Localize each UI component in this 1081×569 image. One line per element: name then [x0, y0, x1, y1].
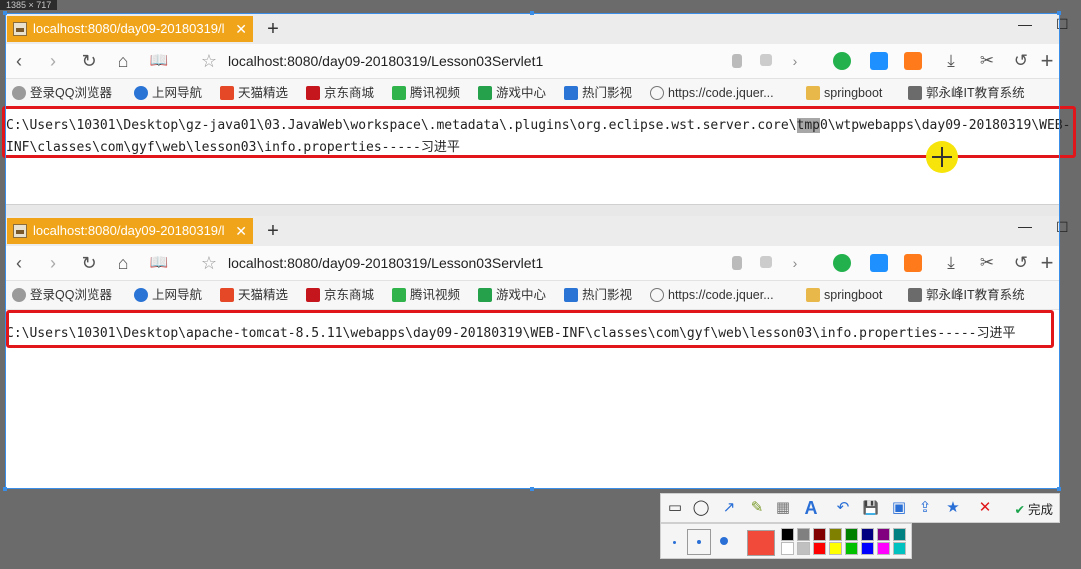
annotation-toolbar: ▭ ◯ ↗ ✎ ▦ A ↶ 💾 ▣ ⇪ ★ ✕ ✔ 完成	[660, 493, 1060, 523]
color-swatch[interactable]	[877, 542, 890, 555]
color-swatch[interactable]	[893, 542, 906, 555]
resize-handle[interactable]	[530, 11, 534, 15]
color-swatch[interactable]	[845, 542, 858, 555]
size-small-dot[interactable]	[673, 541, 676, 544]
color-swatch[interactable]	[797, 542, 810, 555]
undo-icon[interactable]: ↶	[833, 498, 853, 518]
pin-icon[interactable]: ★	[943, 498, 963, 518]
size-medium-selected[interactable]	[687, 529, 711, 555]
ellipse-tool-icon[interactable]: ◯	[691, 498, 711, 518]
color-swatch[interactable]	[781, 528, 794, 541]
color-swatch[interactable]	[893, 528, 906, 541]
color-swatch[interactable]	[813, 542, 826, 555]
done-button[interactable]: ✔ 完成	[1015, 499, 1054, 518]
annotation-style-bar	[660, 523, 912, 559]
cursor-highlight-icon	[926, 141, 958, 173]
check-icon: ✔	[1014, 503, 1025, 517]
color-swatch[interactable]	[829, 528, 842, 541]
resize-handle[interactable]	[3, 11, 7, 15]
color-swatch[interactable]	[877, 528, 890, 541]
save-icon[interactable]: 💾	[861, 498, 881, 518]
copy-icon[interactable]: ▣	[889, 498, 909, 518]
text-tool-icon[interactable]: A	[801, 498, 821, 518]
color-swatch[interactable]	[813, 528, 826, 541]
color-swatch[interactable]	[781, 542, 794, 555]
resize-handle[interactable]	[1057, 487, 1061, 491]
size-medium-dot	[697, 540, 701, 544]
color-swatch[interactable]	[845, 528, 858, 541]
resize-handle[interactable]	[530, 487, 534, 491]
mosaic-tool-icon[interactable]: ▦	[773, 498, 793, 518]
share-icon[interactable]: ⇪	[915, 498, 935, 518]
color-swatch[interactable]	[861, 542, 874, 555]
resize-handle[interactable]	[1057, 11, 1061, 15]
color-swatch[interactable]	[797, 528, 810, 541]
color-swatch[interactable]	[861, 528, 874, 541]
resize-handle[interactable]	[3, 487, 7, 491]
rectangle-tool-icon[interactable]: ▭	[665, 498, 685, 518]
cancel-icon[interactable]: ✕	[975, 498, 995, 518]
capture-selection-frame[interactable]	[5, 13, 1060, 489]
selected-color-swatch[interactable]	[747, 530, 775, 556]
pen-tool-icon[interactable]: ✎	[747, 498, 767, 518]
arrow-tool-icon[interactable]: ↗	[719, 498, 739, 518]
color-swatch[interactable]	[829, 542, 842, 555]
capture-size-label: 1385 × 717	[0, 0, 58, 10]
size-large-dot[interactable]	[720, 537, 728, 545]
